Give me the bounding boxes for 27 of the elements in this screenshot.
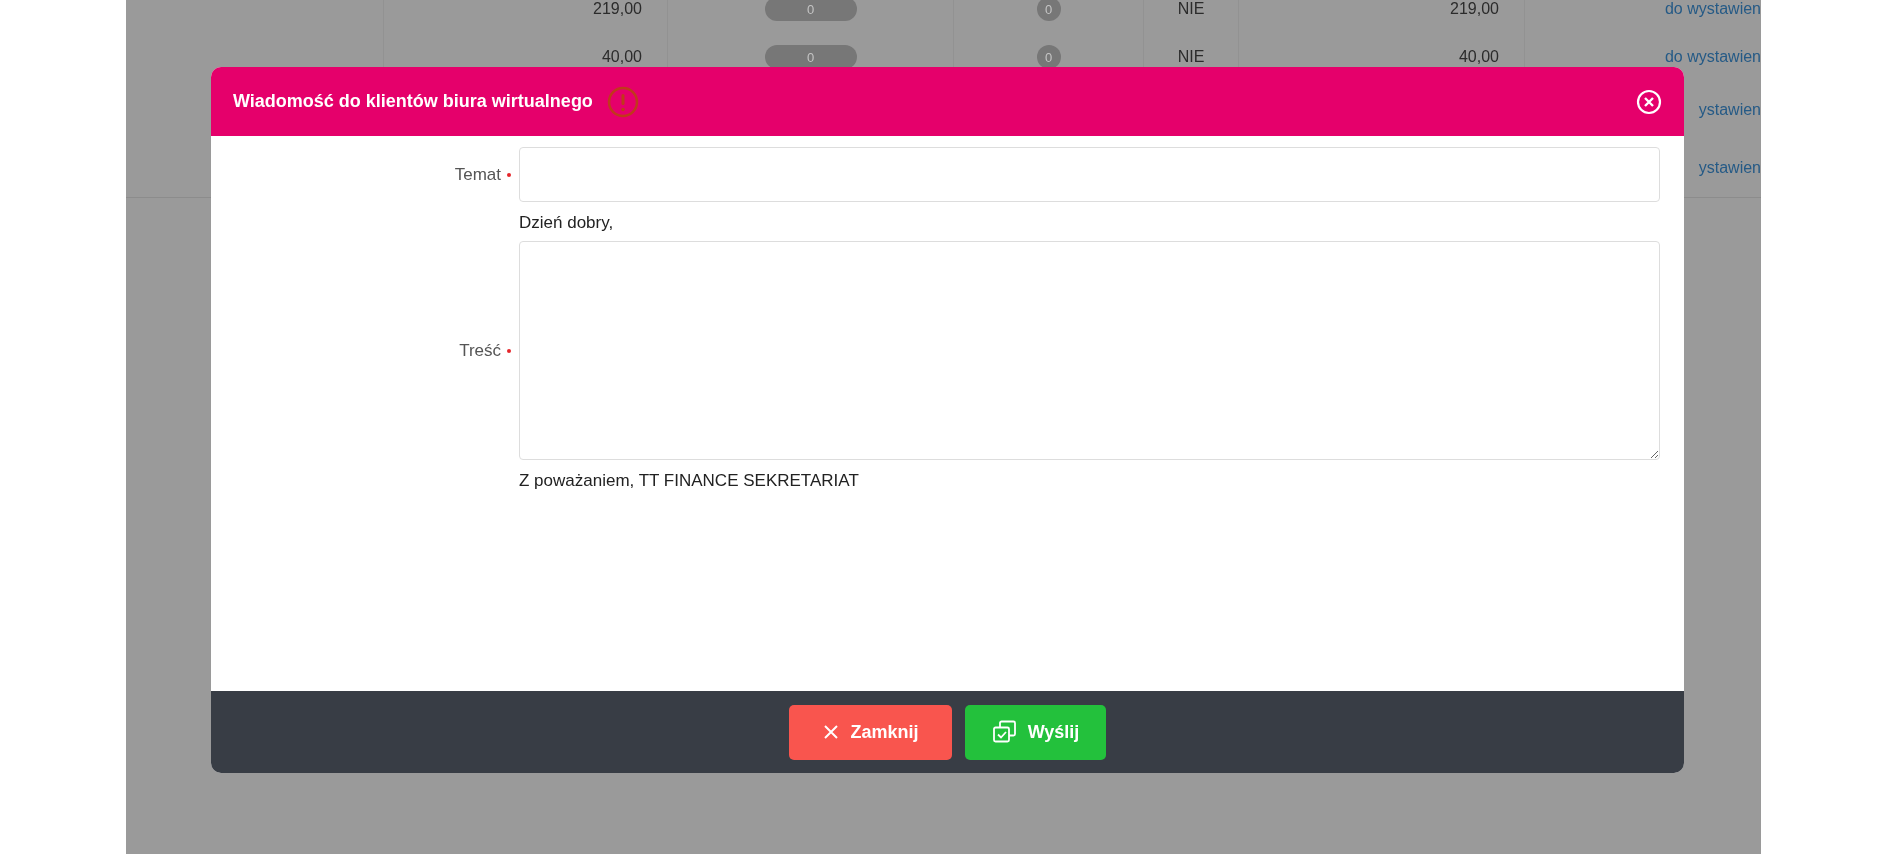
- message-field[interactable]: [519, 241, 1660, 460]
- amount-text: 40,00: [601, 48, 642, 66]
- status-link[interactable]: do wystawien: [1664, 48, 1761, 66]
- count-badge: 0: [1036, 45, 1061, 69]
- count-pill: 0: [764, 0, 857, 21]
- message-text: Dzień dobry,: [519, 212, 615, 234]
- amount-text: 219,00: [593, 0, 642, 18]
- close-icon[interactable]: [1636, 88, 1662, 115]
- message-text: Z poważaniem, TT FINANCE SEKRETARIAT: [519, 470, 860, 492]
- flag-text: NIE: [1177, 0, 1205, 18]
- count-badge: 0: [1036, 0, 1061, 21]
- close-button[interactable]: Zamknij: [789, 704, 952, 760]
- copy-check-icon: [991, 720, 1018, 744]
- close-icon: [822, 723, 841, 741]
- status-link[interactable]: ystawien: [1698, 101, 1761, 119]
- send-button[interactable]: Wyślij: [965, 704, 1106, 760]
- field-label: Treść: [459, 340, 501, 361]
- warning-icon: [606, 85, 639, 118]
- subject-field[interactable]: [519, 147, 1660, 202]
- amount-text: 40,00: [1458, 48, 1499, 66]
- field-label: Temat: [454, 164, 501, 185]
- dialog-title: Wiadomość do klientów biura wirtualnego: [233, 91, 593, 112]
- status-link[interactable]: ystawien: [1698, 159, 1761, 177]
- status-link[interactable]: do wystawien: [1664, 0, 1761, 18]
- amount-text: 219,00: [1450, 0, 1499, 18]
- count-pill: 0: [764, 45, 857, 69]
- flag-text: NIE: [1177, 48, 1205, 66]
